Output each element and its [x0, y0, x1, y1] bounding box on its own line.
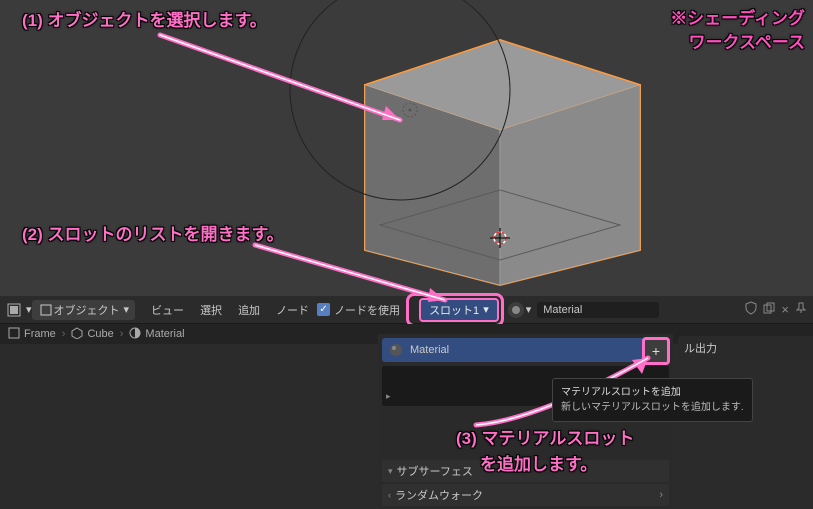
tooltip-title: マテリアルスロットを追加 — [561, 385, 744, 400]
mesh-icon — [71, 327, 83, 342]
chevron-down-icon: ▾ — [526, 303, 532, 316]
node-editor-header: ▾ オブジェクト ▾ ビュー 選択 追加 ノード ✓ ノードを使用 スロット1 … — [0, 296, 813, 324]
slot-label: スロット1 — [429, 302, 479, 318]
annotation-note2: ワークスペース — [689, 28, 805, 53]
material-preview-icon — [388, 342, 404, 358]
breadcrumb-separator: › — [62, 328, 66, 340]
chevron-right-icon: › — [659, 489, 663, 501]
slot-material-name: Material — [410, 344, 449, 356]
add-material-slot-button[interactable]: + — [642, 337, 670, 365]
chevron-left-icon: ‹ — [388, 490, 391, 500]
breadcrumb-cube[interactable]: Cube — [87, 328, 113, 340]
menu-node[interactable]: ノード — [268, 302, 317, 318]
frame-icon — [8, 327, 20, 342]
pin-icon[interactable] — [795, 302, 807, 317]
chevron-down-icon: ▾ — [388, 466, 393, 477]
selection-circle — [280, 0, 520, 230]
random-walk-row[interactable]: ‹ ランダムウォーク › — [382, 484, 669, 506]
chevron-down-icon: ▾ — [124, 303, 130, 316]
slot-dropdown[interactable]: スロット1 ▾ — [419, 298, 499, 322]
annotation-note1: ※シェーディング — [670, 4, 805, 29]
material-name: Material — [543, 304, 582, 316]
output-label: ル出力 — [684, 343, 717, 355]
menu-view[interactable]: ビュー — [143, 302, 192, 318]
chevron-down-icon: ▾ — [26, 303, 32, 316]
subsurface-label: サブサーフェス — [397, 463, 473, 479]
output-node-panel[interactable]: ル出力 — [678, 336, 813, 360]
annotation-3b: を追加します。 — [480, 450, 597, 475]
breadcrumb-separator: › — [120, 328, 124, 340]
annotation-3a: (3) マテリアルスロット — [456, 424, 634, 449]
menu-add[interactable]: 追加 — [230, 302, 268, 318]
random-walk-label: ランダムウォーク — [395, 487, 483, 503]
mode-label: オブジェクト — [54, 302, 120, 318]
mode-select[interactable]: オブジェクト ▾ — [32, 300, 136, 320]
close-icon[interactable]: × — [781, 302, 789, 317]
material-name-field[interactable]: Material — [537, 302, 659, 318]
breadcrumb-frame[interactable]: Frame — [24, 328, 56, 340]
menu-select[interactable]: 選択 — [192, 302, 230, 318]
breadcrumb-material[interactable]: Material — [145, 328, 184, 340]
material-icon — [129, 327, 141, 342]
editor-type-icon[interactable] — [6, 302, 22, 318]
chevron-down-icon: ▾ — [483, 303, 489, 316]
material-slot-row[interactable]: Material + — [382, 338, 669, 362]
use-nodes-checkbox[interactable]: ✓ — [317, 303, 330, 316]
check-icon: ✓ — [319, 304, 327, 315]
duplicate-icon[interactable] — [763, 302, 775, 317]
annotation-1: (1) オブジェクトを選択します。 — [22, 6, 267, 31]
use-nodes-label: ノードを使用 — [334, 302, 400, 318]
material-browse-button[interactable] — [508, 302, 524, 318]
plus-icon: + — [652, 343, 660, 359]
tooltip-desc: 新しいマテリアルスロットを追加します. — [561, 400, 744, 415]
tooltip: マテリアルスロットを追加 新しいマテリアルスロットを追加します. — [552, 378, 753, 422]
annotation-2: (2) スロットのリストを開きます。 — [22, 220, 284, 245]
shield-icon[interactable] — [745, 301, 757, 318]
object-mode-icon — [38, 302, 54, 318]
slot-dropdown-highlight: スロット1 ▾ — [406, 293, 504, 327]
expand-icon[interactable]: ▸ — [386, 391, 391, 402]
